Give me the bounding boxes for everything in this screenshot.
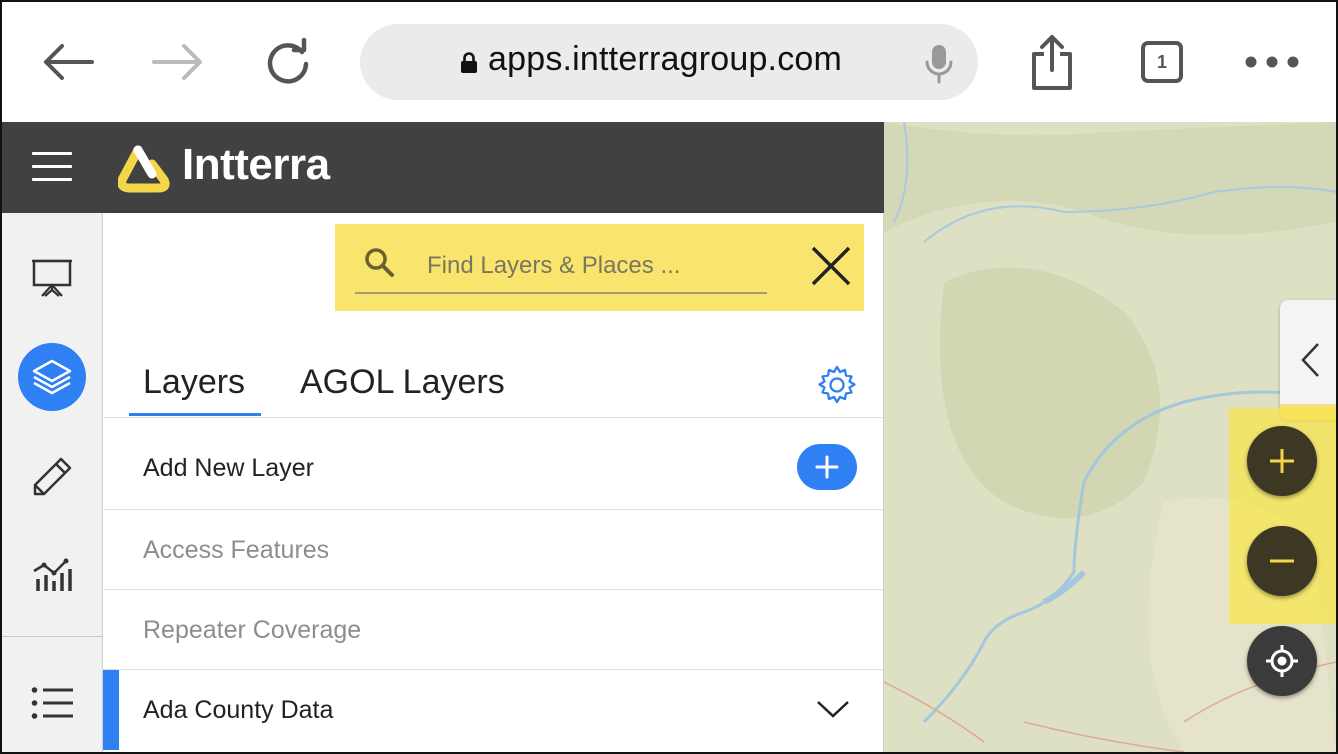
search-bar: [335, 224, 864, 311]
layer-label: Repeater Coverage: [143, 616, 362, 644]
more-dots-icon: [1245, 56, 1299, 68]
add-layer-label: Add New Layer: [143, 454, 314, 482]
more-button[interactable]: [1242, 32, 1302, 92]
menu-bar: [32, 165, 72, 168]
screen: apps.intterragroup.com 1 Intterra Find L…: [0, 0, 1338, 754]
zoom-out-button[interactable]: [1247, 526, 1317, 596]
forward-arrow-icon: [152, 44, 202, 80]
tabs-button[interactable]: 1: [1132, 32, 1192, 92]
share-button[interactable]: [1022, 32, 1082, 92]
gear-icon[interactable]: [815, 363, 859, 407]
back-arrow-icon: [44, 44, 94, 80]
search-underline: [355, 292, 767, 294]
minus-icon: [1270, 559, 1294, 563]
address-bar[interactable]: apps.intterragroup.com: [360, 24, 978, 100]
analytics-icon: [33, 558, 72, 591]
url-text: apps.intterragroup.com: [488, 40, 843, 78]
layers-panel: Layers AGOL Layers Add New Layer Access …: [103, 213, 883, 752]
menu-button[interactable]: [32, 152, 72, 184]
active-tab-indicator: [129, 413, 261, 416]
tab-count-badge: 1: [1141, 41, 1183, 83]
list-item[interactable]: Ada County Data: [103, 669, 883, 752]
microphone-icon[interactable]: [925, 44, 953, 84]
presentation-icon: [32, 259, 72, 297]
sidebar-divider: [2, 636, 102, 637]
lock-icon: [461, 52, 477, 73]
app-header: Intterra: [2, 122, 884, 213]
tool-sidebar: [2, 213, 103, 752]
sidebar-item-list[interactable]: [18, 669, 86, 737]
menu-bar: [32, 178, 72, 181]
back-button[interactable]: [38, 32, 98, 92]
zoom-in-button[interactable]: [1247, 426, 1317, 496]
list-icon: [31, 687, 73, 719]
app-brand: Intterra: [182, 140, 330, 189]
add-layer-row: Add New Layer: [103, 417, 883, 510]
plus-icon: [815, 455, 839, 479]
search-icon: [365, 248, 394, 277]
layer-label: Ada County Data: [143, 696, 334, 724]
locate-icon: [1266, 645, 1298, 677]
collapse-panel-button[interactable]: [1280, 300, 1336, 420]
locate-button[interactable]: [1247, 626, 1317, 696]
selected-accent: [103, 670, 119, 750]
tab-count: 1: [1156, 51, 1167, 72]
browser-toolbar: apps.intterragroup.com 1: [2, 2, 1336, 122]
layers-icon: [32, 359, 72, 395]
layer-label: Access Features: [143, 536, 330, 564]
pencil-icon: [33, 457, 72, 496]
tab-layers[interactable]: Layers: [143, 363, 245, 402]
reload-icon: [267, 38, 309, 84]
share-icon: [1032, 35, 1072, 90]
menu-bar: [32, 152, 72, 155]
reload-button[interactable]: [258, 32, 318, 92]
sidebar-item-briefing[interactable]: [18, 243, 86, 311]
plus-icon: [1270, 449, 1294, 473]
chevron-left-icon: [1301, 343, 1319, 377]
search-input[interactable]: [425, 250, 759, 282]
add-layer-button[interactable]: [797, 444, 857, 490]
sidebar-item-draw[interactable]: [18, 443, 86, 511]
list-item[interactable]: Repeater Coverage: [103, 589, 883, 670]
sidebar-item-layers[interactable]: [18, 343, 86, 411]
map-view[interactable]: [884, 122, 1336, 752]
intterra-logo-icon: [118, 145, 170, 193]
tab-agol-layers[interactable]: AGOL Layers: [300, 363, 505, 402]
chevron-down-icon[interactable]: [815, 696, 851, 720]
forward-button[interactable]: [148, 32, 208, 92]
sidebar-item-analytics[interactable]: [18, 539, 86, 607]
list-item[interactable]: Access Features: [103, 509, 883, 590]
close-icon[interactable]: [807, 242, 855, 290]
